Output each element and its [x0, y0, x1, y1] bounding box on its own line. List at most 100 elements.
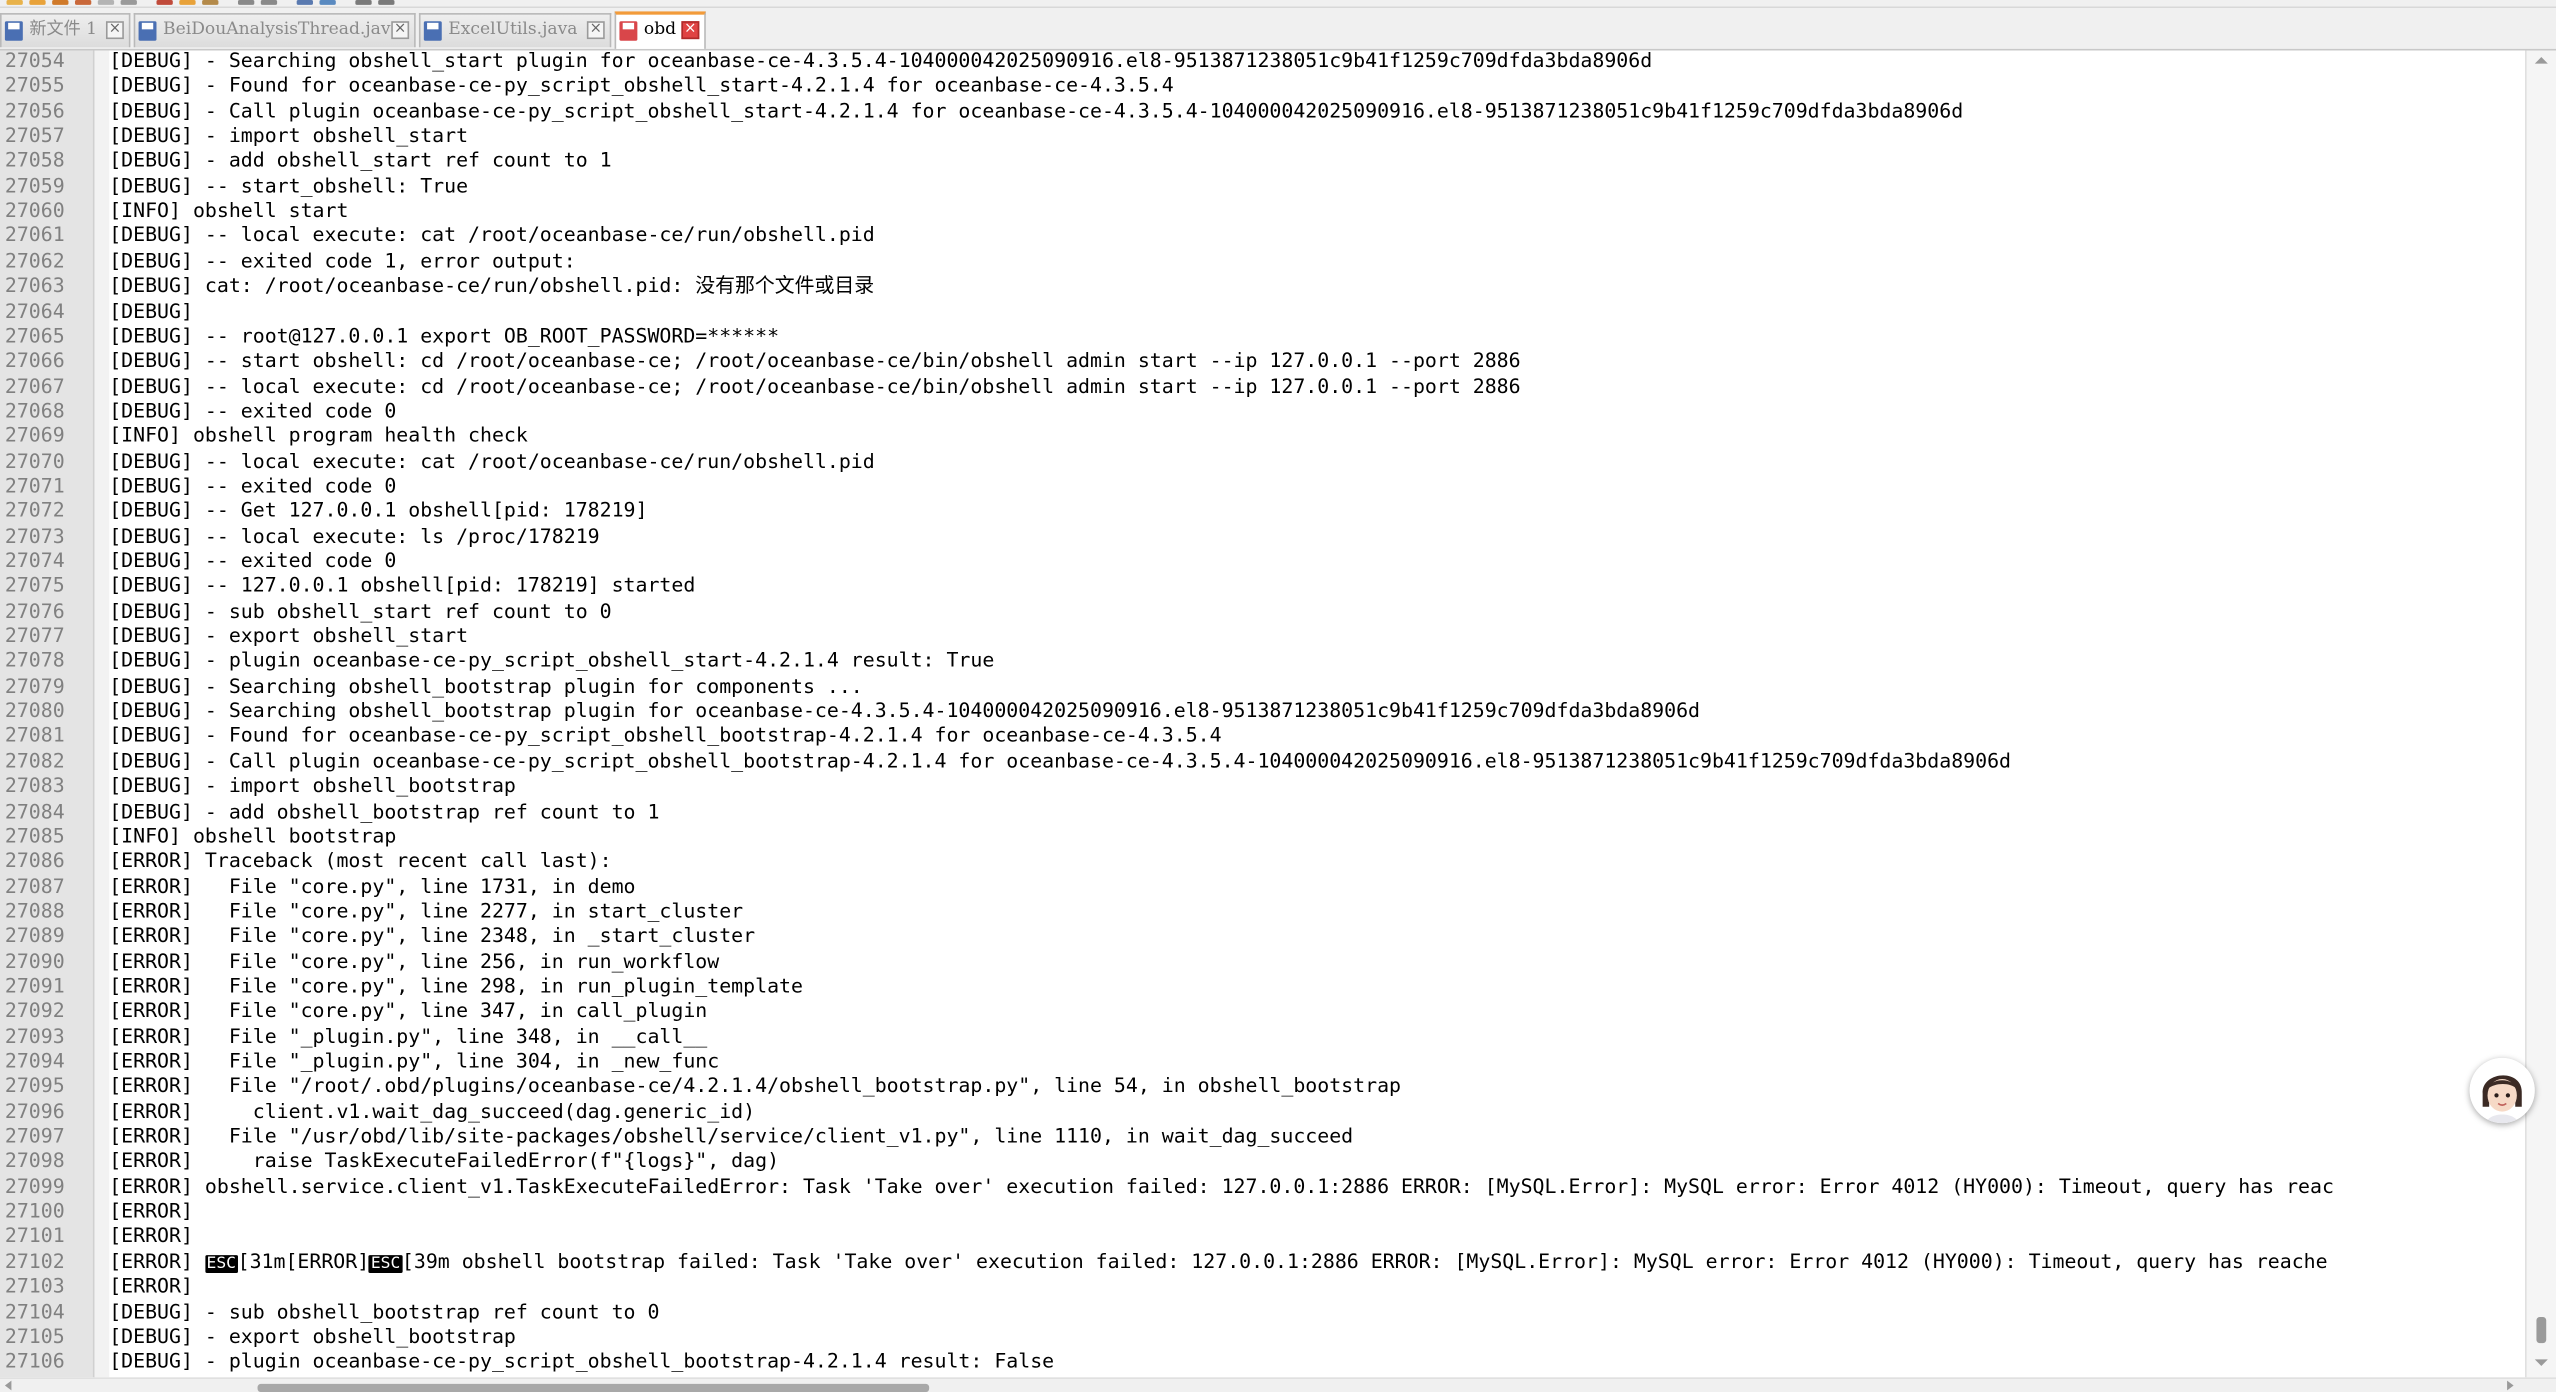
editor-line[interactable]: 27056 [DEBUG] - Call plugin oceanbase-ce-… [0, 99, 2556, 124]
editor-line[interactable]: 27087 [ERROR] File "core.py", line 1731, … [0, 875, 2556, 900]
close-file-icon[interactable] [97, 0, 115, 5]
editor-line[interactable]: 27094 [ERROR] File "_plugin.py", line 304… [0, 1050, 2556, 1075]
editor-line[interactable]: 27070 [DEBUG] -- local execute: cat /root… [0, 449, 2556, 474]
editor-line[interactable]: 27086 [ERROR] Traceback (most recent call… [0, 850, 2556, 875]
editor-line[interactable]: 27103 [ERROR] [0, 1275, 2556, 1300]
editor-line[interactable]: 27075 [DEBUG] -- 127.0.0.1 obshell[pid: 1… [0, 574, 2556, 599]
line-text: [DEBUG] -- exited code 1, error output: [109, 249, 576, 272]
editor-line[interactable]: 27099 [ERROR] obshell.service.client_v1.T… [0, 1175, 2556, 1200]
editor-line[interactable]: 27074 [DEBUG] -- exited code 0 [0, 549, 2556, 574]
editor-line[interactable]: 27081 [DEBUG] - Found for oceanbase-ce-py… [0, 724, 2556, 749]
editor-line[interactable]: 27078 [DEBUG] - plugin oceanbase-ce-py_sc… [0, 649, 2556, 674]
replace-icon[interactable] [319, 0, 336, 5]
editor-line[interactable]: 27065 [DEBUG] -- root@127.0.0.1 export OB… [0, 324, 2556, 349]
editor-line[interactable]: 27096 [ERROR] client.v1.wait_dag_succeed(… [0, 1100, 2556, 1125]
open-file-icon[interactable] [29, 0, 46, 5]
tab-excel-utils[interactable]: ExcelUtils.java × [418, 13, 612, 48]
vertical-scroll-thumb[interactable] [2536, 1317, 2547, 1344]
scroll-left-icon[interactable] [4, 1380, 12, 1391]
line-number: 27073 [4, 524, 65, 548]
editor-line[interactable]: 27071 [DEBUG] -- exited code 0 [0, 474, 2556, 499]
line-text: [ERROR] client.v1.wait_dag_succeed(dag.g… [109, 1099, 756, 1123]
line-number: 27055 [4, 73, 65, 97]
text-editor[interactable]: 27054 [DEBUG] - Searching obshell_start p… [0, 50, 2556, 1378]
editor-line[interactable]: 27083 [DEBUG] - import obshell_bootstrap [0, 774, 2556, 799]
editor-line[interactable]: 27068 [DEBUG] -- exited code 0 [0, 399, 2556, 424]
line-number: 27104 [4, 1299, 65, 1323]
zoom-in-icon[interactable] [355, 0, 372, 5]
cut-icon[interactable] [156, 0, 173, 5]
editor-line[interactable]: 27098 [ERROR] raise TaskExecuteFailedErro… [0, 1150, 2556, 1175]
tab-beidou-analysis-thread[interactable]: BeiDouAnalysisThread.java × [133, 13, 416, 48]
redo-icon[interactable] [260, 0, 278, 5]
scroll-up-icon[interactable] [2534, 57, 2548, 64]
editor-line[interactable]: 27061 [DEBUG] -- local execute: cat /root… [0, 224, 2556, 249]
save-all-icon[interactable] [74, 0, 92, 5]
editor-line[interactable]: 27059 [DEBUG] -- start_obshell: True [0, 174, 2556, 199]
paste-icon[interactable] [202, 0, 219, 5]
editor-line[interactable]: 27055 [DEBUG] - Found for oceanbase-ce-py… [0, 74, 2556, 99]
editor-line[interactable]: 27072 [DEBUG] -- Get 127.0.0.1 obshell[pi… [0, 499, 2556, 524]
line-number: 27068 [4, 399, 65, 422]
editor-line[interactable]: 27067 [DEBUG] -- local execute: cd /root/… [0, 374, 2556, 399]
unsaved-disk-icon [619, 21, 638, 41]
editor-line[interactable]: 27091 [ERROR] File "core.py", line 298, i… [0, 975, 2556, 1000]
editor-line[interactable]: 27063 [DEBUG] cat: /root/oceanbase-ce/run… [0, 274, 2556, 299]
editor-line[interactable]: 27088 [ERROR] File "core.py", line 2277, … [0, 900, 2556, 925]
line-text: [DEBUG] - Searching obshell_start plugin… [109, 50, 1653, 72]
print-icon[interactable] [120, 0, 137, 5]
editor-line[interactable]: 27092 [ERROR] File "core.py", line 347, i… [0, 1000, 2556, 1025]
editor-line[interactable]: 27089 [ERROR] File "core.py", line 2348, … [0, 925, 2556, 950]
editor-line[interactable]: 27085 [INFO] obshell bootstrap [0, 825, 2556, 850]
editor-line[interactable]: 27101 [ERROR] [0, 1225, 2556, 1250]
editor-line[interactable]: 27077 [DEBUG] - export obshell_start [0, 624, 2556, 649]
editor-line[interactable]: 27102 [ERROR] ESC [31m[ERROR] ESC [39m obshe… [0, 1250, 2556, 1275]
editor-line[interactable]: 27097 [ERROR] File "/usr/obd/lib/site-pac… [0, 1125, 2556, 1150]
scroll-down-icon[interactable] [2534, 1359, 2548, 1366]
editor-line[interactable]: 27079 [DEBUG] - Searching obshell_bootstr… [0, 674, 2556, 699]
close-icon[interactable]: × [681, 21, 700, 40]
close-icon[interactable]: × [105, 21, 124, 40]
line-number: 27086 [4, 849, 65, 873]
editor-line[interactable]: 27073 [DEBUG] -- local execute: ls /proc/… [0, 524, 2556, 549]
editor-line[interactable]: 27082 [DEBUG] - Call plugin oceanbase-ce-… [0, 749, 2556, 774]
close-icon[interactable]: × [391, 21, 410, 40]
editor-line[interactable]: 27057 [DEBUG] - import obshell_start [0, 124, 2556, 149]
vertical-scrollbar[interactable] [2525, 50, 2556, 1378]
editor-line[interactable]: 27069 [INFO] obshell program health check [0, 424, 2556, 449]
editor-line[interactable]: 27090 [ERROR] File "core.py", line 256, i… [0, 950, 2556, 975]
editor-line[interactable]: 27095 [ERROR] File "/root/.obd/plugins/oc… [0, 1075, 2556, 1100]
editor-line[interactable]: 27058 [DEBUG] - add obshell_start ref cou… [0, 149, 2556, 174]
scroll-right-icon[interactable] [2507, 1380, 2514, 1391]
line-number: 27071 [4, 474, 65, 498]
editor-line[interactable]: 27062 [DEBUG] -- exited code 1, error out… [0, 249, 2556, 274]
editor-line[interactable]: 27104 [DEBUG] - sub obshell_bootstrap ref… [0, 1300, 2556, 1325]
line-text: [ERROR] File "/root/.obd/plugins/oceanba… [109, 1074, 1401, 1098]
line-number: 27097 [4, 1124, 65, 1148]
editor-line[interactable]: 27093 [ERROR] File "_plugin.py", line 348… [0, 1025, 2556, 1050]
tab-new-file-1[interactable]: 新文件 1 × [0, 13, 131, 48]
undo-icon[interactable] [237, 0, 255, 5]
tab-obd[interactable]: obd × [614, 11, 706, 49]
assistant-avatar-icon[interactable] [2469, 1057, 2535, 1124]
editor-line[interactable]: 27060 [INFO] obshell start [0, 199, 2556, 224]
zoom-out-icon[interactable] [378, 0, 395, 5]
line-text: [ERROR] File "core.py", line 1731, in de… [109, 874, 636, 898]
new-file-icon[interactable] [6, 0, 23, 5]
editor-line[interactable]: 27080 [DEBUG] - Searching obshell_bootstr… [0, 699, 2556, 724]
editor-line[interactable]: 27054 [DEBUG] - Searching obshell_start p… [0, 51, 2556, 74]
copy-icon[interactable] [179, 0, 196, 5]
editor-line[interactable]: 27064 [DEBUG] [0, 299, 2556, 324]
editor-line[interactable]: 27076 [DEBUG] - sub obshell_start ref cou… [0, 599, 2556, 624]
editor-line[interactable]: 27100 [ERROR] [0, 1200, 2556, 1225]
save-icon[interactable] [52, 0, 69, 5]
editor-line[interactable]: 27106 [DEBUG] - plugin oceanbase-ce-py_sc… [0, 1350, 2556, 1375]
horizontal-scrollbar[interactable] [0, 1377, 2556, 1392]
line-text: [ERROR] [109, 1224, 193, 1248]
horizontal-scroll-thumb[interactable] [257, 1383, 930, 1392]
editor-line[interactable]: 27084 [DEBUG] - add obshell_bootstrap ref… [0, 800, 2556, 825]
editor-line[interactable]: 27066 [DEBUG] -- start obshell: cd /root/… [0, 349, 2556, 374]
close-icon[interactable]: × [586, 21, 605, 40]
find-icon[interactable] [296, 0, 313, 5]
editor-line[interactable]: 27105 [DEBUG] - export obshell_bootstrap [0, 1325, 2556, 1350]
